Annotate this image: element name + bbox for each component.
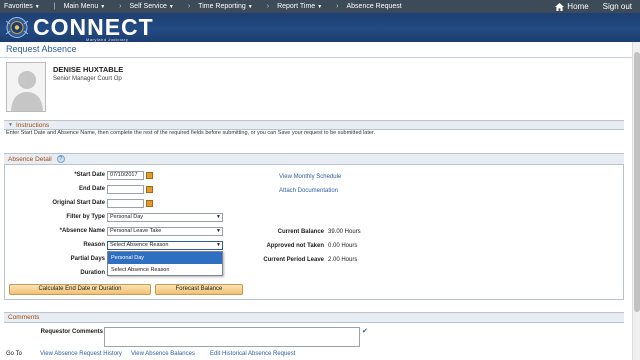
view-absence-balances-link[interactable]: View Absence Balances [131, 351, 195, 357]
calendar-icon[interactable] [146, 200, 153, 207]
home-link[interactable]: Home [555, 2, 589, 11]
chevron-down-icon: ▼ [216, 242, 221, 248]
sign-out-link[interactable]: Sign out [603, 2, 632, 11]
approved-not-taken-label: Approved not Taken [266, 243, 324, 249]
reason-dropdown-list: Personal Day Select Absence Reason [107, 251, 223, 276]
chevron-down-icon: ▼ [34, 3, 40, 10]
chevron-down-icon: ▼ [100, 3, 106, 10]
start-date-label: *Start Date [74, 172, 105, 178]
absence-detail-header: Absence Detail ? [4, 153, 624, 165]
person-silhouette-icon [11, 71, 43, 111]
chevron-down-icon: ▼ [317, 3, 323, 10]
employee-name: DENISE HUXTABLE [53, 65, 124, 74]
header-banner: CONNECT Maryland Judiciary [0, 13, 640, 42]
divider [0, 57, 632, 58]
breadcrumb-absence-request[interactable]: Absence Request [342, 3, 411, 10]
collapse-triangle-icon: ▼ [8, 122, 13, 128]
calculate-end-date-button[interactable]: Calculate End Date or Duration [9, 284, 151, 295]
original-start-date-label: Original Start Date [52, 200, 105, 206]
original-start-date-input[interactable] [107, 199, 144, 208]
chevron-down-icon: ▼ [216, 228, 221, 234]
help-icon[interactable]: ? [56, 155, 65, 163]
filter-by-type-label: Filter by Type [66, 214, 105, 220]
breadcrumb-time-reporting[interactable]: Time Reporting ▼ [194, 3, 263, 10]
reason-option-personal-day[interactable]: Personal Day [108, 252, 222, 264]
reason-select[interactable]: Select Absence Reason ▼ [107, 241, 223, 250]
breadcrumb-report-time[interactable]: Report Time ▼ [273, 3, 332, 10]
top-nav-bar: Favorites ▼ | Main Menu ▼ › Self Service ▼ … [0, 0, 640, 13]
breadcrumb-arrow-icon: › [187, 3, 191, 10]
reason-option-select-absence-reason[interactable]: Select Absence Reason [108, 264, 222, 276]
forecast-balance-button[interactable]: Forecast Balance [155, 284, 243, 295]
view-monthly-schedule-link[interactable]: View Monthly Schedule [279, 174, 341, 180]
current-balance-value: 39.00 Hours [328, 229, 361, 235]
spell-check-icon[interactable]: ✔ [362, 327, 368, 335]
chevron-down-icon: ▼ [216, 214, 221, 220]
calendar-icon[interactable] [146, 186, 153, 193]
current-balance-label: Current Balance [277, 229, 324, 235]
breadcrumb-self-service[interactable]: Self Service ▼ [126, 3, 184, 10]
duration-label: Duration [80, 270, 105, 276]
approved-not-taken-value: 0.00 Hours [328, 243, 358, 249]
current-period-leave-value: 2.00 Hours [328, 257, 358, 263]
partial-days-label: Partial Days [70, 256, 105, 262]
main-menu[interactable]: Main Menu ▼ [60, 3, 116, 10]
breadcrumb-arrow-icon: › [266, 3, 270, 10]
start-date-input[interactable]: 07/10/2017 [107, 171, 144, 180]
comments-header: Comments [4, 312, 624, 323]
nav-right: Home Sign out [555, 2, 640, 11]
absence-name-label: *Absence Name [59, 228, 105, 234]
instructions-header[interactable]: ▼ Instructions [4, 120, 624, 130]
avatar [6, 62, 46, 112]
scrollbar-thumb[interactable] [634, 52, 640, 312]
end-date-input[interactable] [107, 185, 144, 194]
instructions-text: Enter Start Date and Absence Name, then … [6, 130, 376, 136]
view-absence-history-link[interactable]: View Absence Request History [40, 351, 122, 357]
filter-by-type-select[interactable]: Personal Day ▼ [107, 213, 223, 222]
vertical-scrollbar[interactable] [632, 42, 640, 360]
page-title: Request Absence [6, 44, 77, 54]
edit-historical-absence-link[interactable]: Edit Historical Absence Request [210, 351, 295, 357]
reason-label: Reason [83, 242, 105, 248]
seal-logo-icon [5, 17, 29, 38]
employee-title: Senior Manager Court Op [53, 76, 122, 82]
calendar-icon[interactable] [146, 172, 153, 179]
brand-subtitle: Maryland Judiciary [86, 37, 129, 42]
chevron-down-icon: ▼ [168, 3, 174, 10]
requestor-comments-textarea[interactable] [104, 327, 360, 347]
absence-name-select[interactable]: Personal Leave Take ▼ [107, 227, 223, 236]
requestor-comments-label: Requestor Comments [40, 329, 103, 335]
breadcrumb-arrow-icon: › [336, 3, 339, 10]
go-to-label: Go To [6, 351, 22, 357]
end-date-label: End Date [78, 186, 105, 192]
chevron-down-icon: ▼ [247, 3, 253, 10]
current-period-leave-label: Current Period Leave [263, 257, 324, 263]
attach-documentation-link[interactable]: Attach Documentation [279, 188, 338, 194]
breadcrumb-arrow-icon: › [119, 3, 122, 10]
home-icon [555, 2, 565, 11]
favorites-menu[interactable]: Favorites ▼ [0, 3, 50, 10]
nav-separator: | [53, 3, 56, 10]
